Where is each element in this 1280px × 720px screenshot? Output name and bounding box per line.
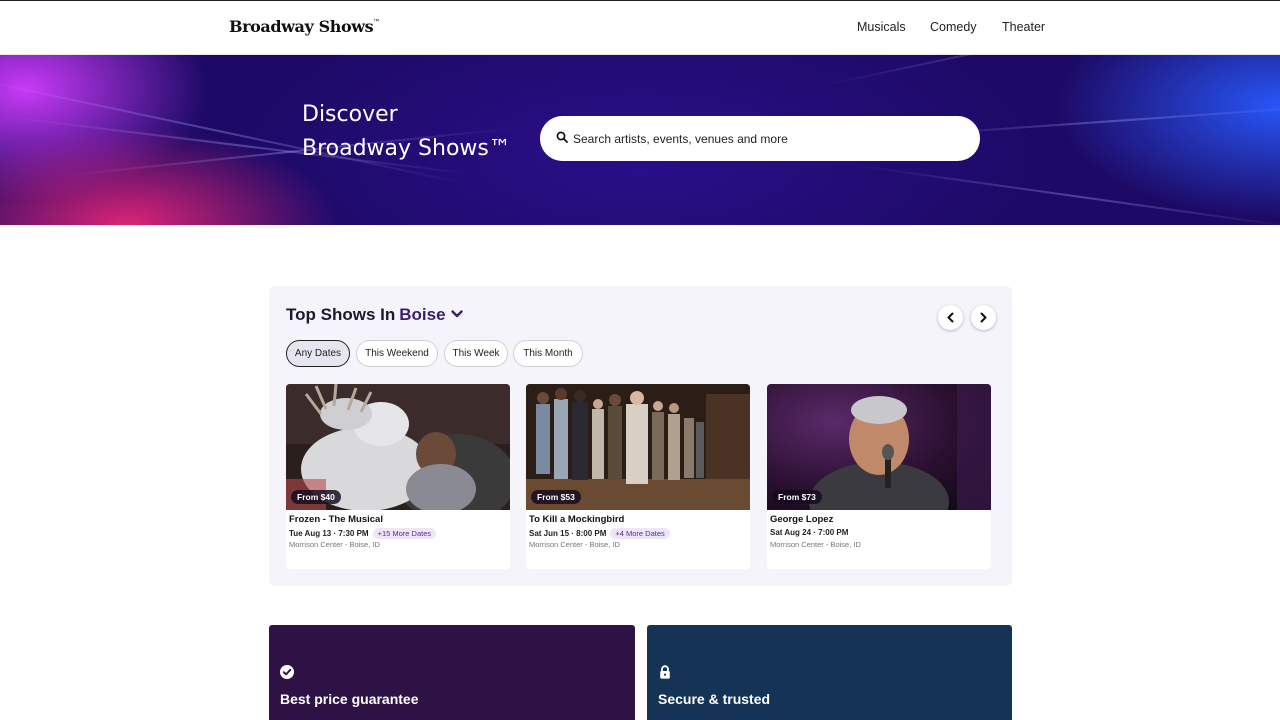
show-title: Frozen - The Musical <box>289 514 383 525</box>
show-venue: Morrison Center - Boise, ID <box>529 540 620 549</box>
hero-title-line2: Broadway Shows™ <box>302 136 511 161</box>
site-logo[interactable]: Broadway Shows™ <box>229 17 379 36</box>
nav-musicals[interactable]: Musicals <box>857 20 906 34</box>
show-card[interactable]: From $53 To Kill a Mockingbird Sat Jun 1… <box>526 384 750 569</box>
price-badge: From $53 <box>531 490 581 504</box>
filter-this-month[interactable]: This Month <box>513 340 583 367</box>
search-input[interactable] <box>573 116 963 161</box>
venue-location: - Boise, ID <box>584 540 620 549</box>
top-shows-section: Top Shows In Boise Any Dates This Weekend… <box>269 286 1012 586</box>
show-card[interactable]: From $40 Frozen - The Musical Tue Aug 13… <box>286 384 510 569</box>
carousel-next-button[interactable] <box>971 305 996 330</box>
price-badge: From $73 <box>772 490 822 504</box>
lock-icon <box>660 665 670 679</box>
filter-this-weekend[interactable]: This Weekend <box>356 340 438 367</box>
more-dates-badge[interactable]: +15 More Dates <box>372 528 437 539</box>
show-image: From $53 <box>526 384 750 510</box>
section-title-text: Top Shows In <box>286 305 396 324</box>
show-card[interactable]: From $73 George Lopez Sat Aug 24 · 7:00 … <box>767 384 991 569</box>
chevron-right-icon <box>980 312 987 323</box>
section-title: Top Shows In Boise <box>286 305 464 325</box>
hero-light-streak <box>859 165 1280 225</box>
chevron-left-icon <box>947 312 954 323</box>
nav-comedy[interactable]: Comedy <box>930 20 977 34</box>
show-date-text: Sat Aug 24 · 7:00 PM <box>770 528 849 537</box>
feature-title: Best price guarantee <box>280 691 419 707</box>
check-circle-icon <box>280 665 294 679</box>
filter-this-week[interactable]: This Week <box>444 340 508 367</box>
venue-name: Morrison Center <box>770 540 824 549</box>
filter-any-dates[interactable]: Any Dates <box>286 340 350 367</box>
price-badge: From $40 <box>291 490 341 504</box>
city-name: Boise <box>399 305 446 324</box>
feature-best-price: Best price guarantee <box>269 625 635 720</box>
show-date: Sat Aug 24 · 7:00 PM <box>770 528 848 537</box>
show-date-text: Sat Jun 15 · 8:00 PM <box>529 529 607 538</box>
logo-trademark: ™ <box>373 19 379 25</box>
search-icon <box>556 131 568 143</box>
venue-location: - Boise, ID <box>825 540 861 549</box>
show-title: George Lopez <box>770 514 834 525</box>
more-dates-badge[interactable]: +4 More Dates <box>610 528 670 539</box>
site-header: Broadway Shows™ Musicals Comedy Theater <box>0 0 1280 55</box>
venue-name: Morrison Center <box>289 540 343 549</box>
hero-title-line1: Discover <box>302 102 398 127</box>
logo-text: Broadway Shows <box>229 17 374 36</box>
nav-theater[interactable]: Theater <box>1002 20 1045 34</box>
city-selector[interactable]: Boise <box>399 305 463 324</box>
feature-secure: Secure & trusted <box>647 625 1012 720</box>
hero-light-streak <box>819 55 1280 87</box>
carousel-prev-button[interactable] <box>938 305 963 330</box>
venue-location: - Boise, ID <box>344 540 380 549</box>
show-venue: Morrison Center - Boise, ID <box>289 540 380 549</box>
chevron-down-icon <box>450 310 463 318</box>
feature-title: Secure & trusted <box>658 691 771 707</box>
venue-name: Morrison Center <box>529 540 583 549</box>
show-image: From $40 <box>286 384 510 510</box>
hero-title: Discover Broadway Shows™ <box>302 98 511 166</box>
show-title: To Kill a Mockingbird <box>529 514 625 525</box>
show-venue: Morrison Center - Boise, ID <box>770 540 861 549</box>
show-date-text: Tue Aug 13 · 7:30 PM <box>289 529 369 538</box>
show-date: Sat Jun 15 · 8:00 PM +4 More Dates <box>529 528 670 539</box>
show-image: From $73 <box>767 384 991 510</box>
search-bar[interactable] <box>540 116 980 161</box>
hero-banner: Discover Broadway Shows™ <box>0 55 1280 225</box>
show-date: Tue Aug 13 · 7:30 PM +15 More Dates <box>289 528 437 539</box>
